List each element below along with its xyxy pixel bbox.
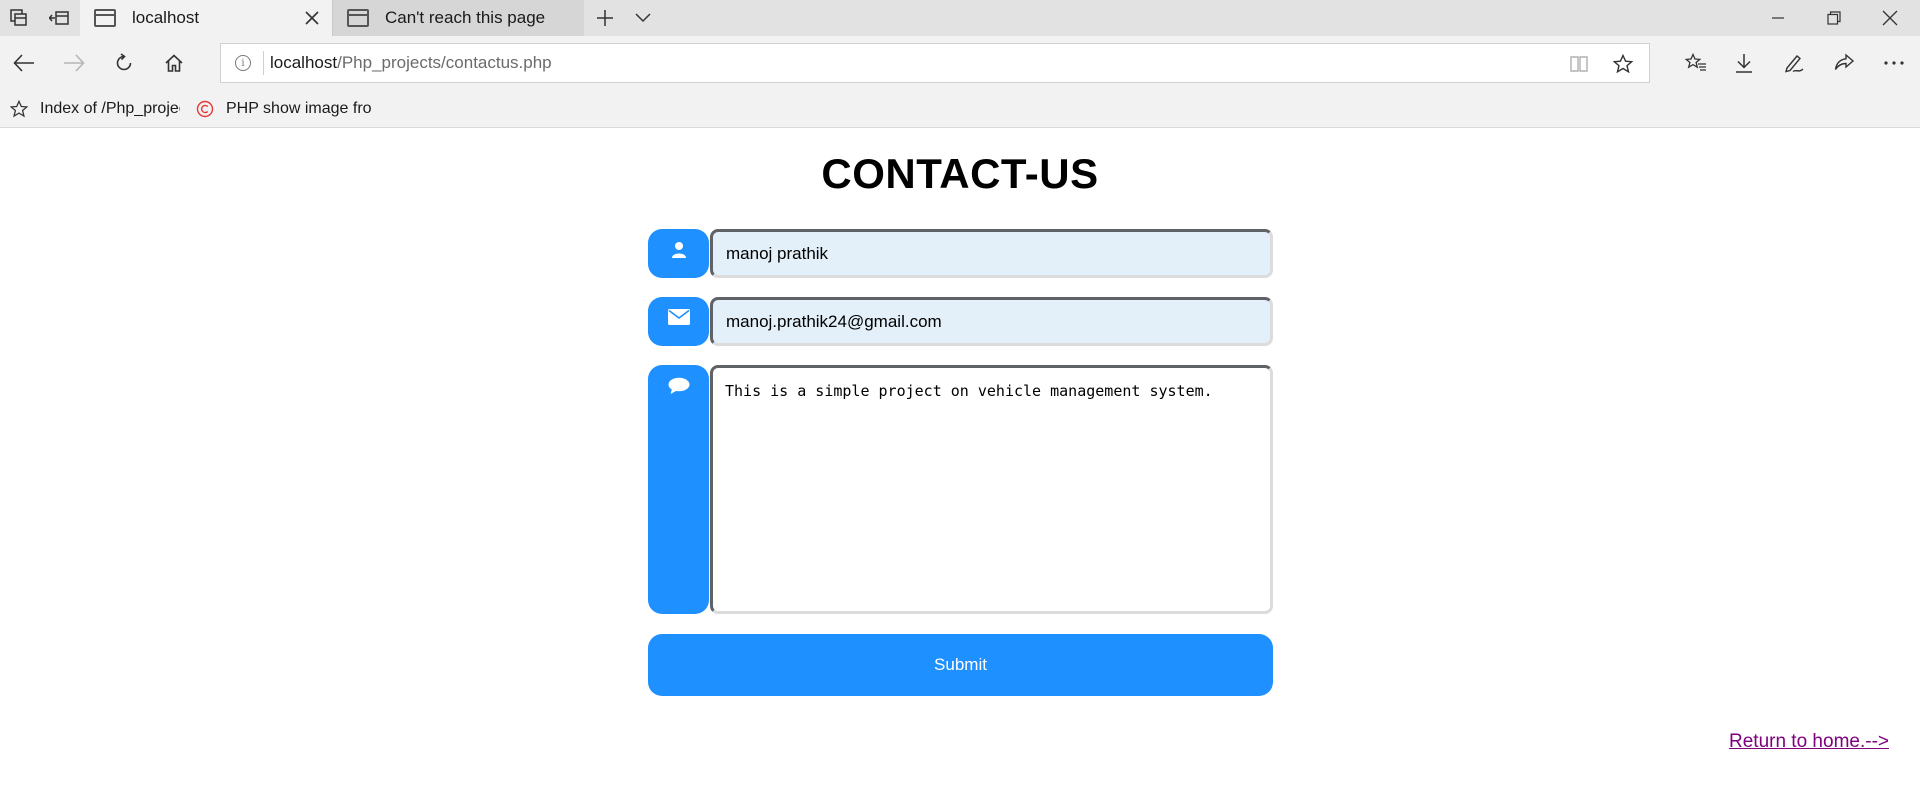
- address-bar[interactable]: i localhost /Php_projects/contactus.php: [220, 43, 1650, 83]
- name-field-row: manoj prathik: [648, 229, 1273, 278]
- favorite-label: PHP show image fro: [226, 100, 372, 117]
- tab-localhost[interactable]: localhost: [80, 0, 332, 36]
- minimize-icon[interactable]: [1750, 0, 1806, 36]
- new-tab-icon[interactable]: [586, 0, 624, 36]
- email-field-row: manoj.prathik24@gmail.com: [648, 297, 1273, 346]
- tab-title: Can't reach this page: [385, 8, 546, 27]
- copyright-icon: [196, 100, 214, 118]
- tab-cant-reach[interactable]: Can't reach this page: [332, 0, 584, 36]
- comment-icon: [648, 365, 709, 614]
- url-host: localhost: [270, 53, 338, 72]
- favorite-item-php[interactable]: PHP show image fro: [196, 90, 376, 128]
- tab-actions-icon[interactable]: [0, 0, 38, 36]
- message-field-row: This is a simple project on vehicle mana…: [648, 365, 1273, 614]
- url-path: /Php_projects/contactus.php: [337, 53, 552, 72]
- close-tab-icon[interactable]: [302, 8, 322, 28]
- page-title: CONTACT-US: [821, 150, 1099, 197]
- favorites-hub-icon[interactable]: [1676, 44, 1716, 82]
- favorites-bar: Index of /Php_projec PHP show image fro: [0, 90, 1920, 128]
- address-separator: [263, 51, 264, 75]
- return-home-link[interactable]: Return to home.-->: [1729, 731, 1889, 753]
- tab-title: localhost: [132, 8, 200, 27]
- favorite-item-index[interactable]: Index of /Php_projec: [10, 90, 180, 128]
- forward-arrow-icon[interactable]: [54, 44, 94, 82]
- site-info-icon[interactable]: i: [235, 55, 251, 71]
- reading-view-icon[interactable]: [1567, 52, 1591, 76]
- tab-bar: localhost Can't reach this page: [0, 0, 1920, 36]
- tab-preview-chevron-down-icon[interactable]: [624, 0, 662, 36]
- envelope-icon: [648, 297, 709, 346]
- name-input[interactable]: manoj prathik: [710, 229, 1273, 278]
- user-icon: [648, 229, 709, 278]
- page-icon: [94, 9, 116, 27]
- share-icon[interactable]: [1824, 44, 1864, 82]
- submit-button[interactable]: Submit: [648, 634, 1273, 696]
- web-note-pen-icon[interactable]: [1774, 44, 1814, 82]
- refresh-icon[interactable]: [104, 44, 144, 82]
- back-arrow-icon[interactable]: [4, 44, 44, 82]
- restore-icon[interactable]: [1806, 0, 1862, 36]
- star-icon: [10, 100, 28, 118]
- message-textarea[interactable]: This is a simple project on vehicle mana…: [710, 365, 1273, 614]
- set-tabs-aside-icon[interactable]: [40, 0, 78, 36]
- favorite-star-icon[interactable]: [1611, 52, 1635, 76]
- close-window-icon[interactable]: [1862, 0, 1918, 36]
- favorite-label: Index of /Php_projec: [40, 100, 180, 117]
- navigation-toolbar: i localhost /Php_projects/contactus.php: [0, 36, 1920, 90]
- downloads-icon[interactable]: [1724, 44, 1764, 82]
- email-input[interactable]: manoj.prathik24@gmail.com: [710, 297, 1273, 346]
- page-icon: [347, 9, 369, 27]
- home-icon[interactable]: [154, 44, 194, 82]
- more-options-icon[interactable]: [1874, 44, 1914, 82]
